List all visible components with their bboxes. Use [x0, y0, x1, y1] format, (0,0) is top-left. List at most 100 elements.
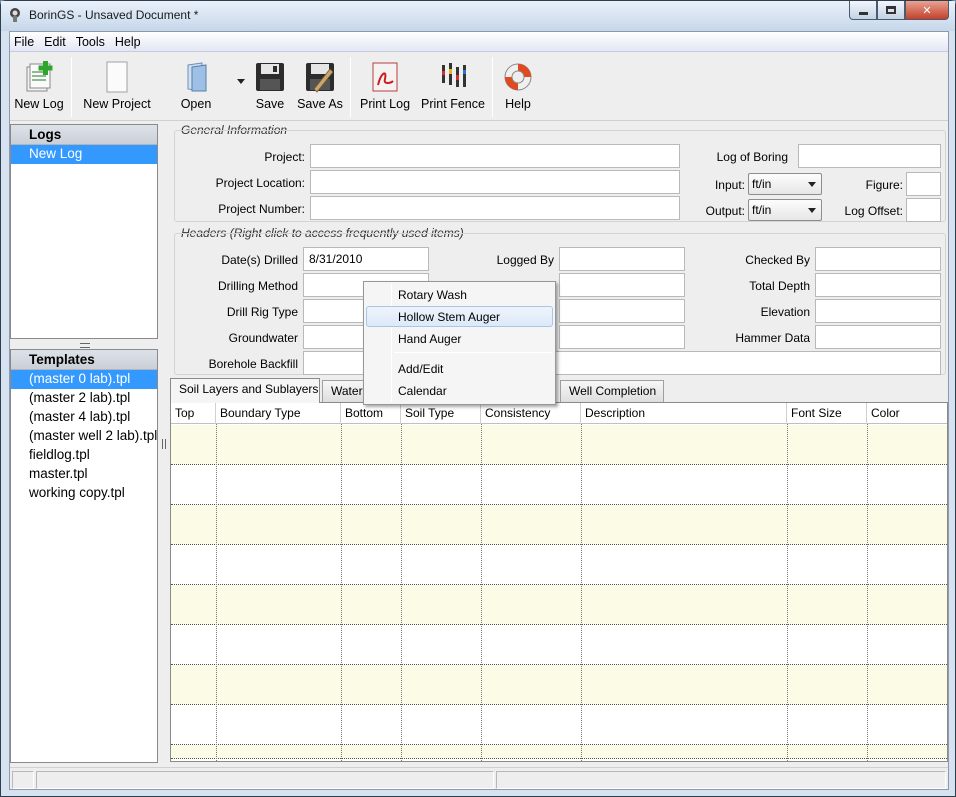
template-item[interactable]: (master 2 lab).tpl [11, 389, 157, 408]
elevation-field[interactable] [815, 299, 941, 323]
column-header[interactable]: Font Size [787, 403, 867, 424]
output-label: Output: [705, 204, 745, 218]
help-button[interactable]: Help [500, 59, 536, 115]
column-divider [401, 424, 402, 761]
project-field[interactable] [310, 144, 680, 168]
column-header[interactable]: Consistency [481, 403, 581, 424]
templates-panel: Templates (master 0 lab).tpl (master 2 l… [10, 349, 158, 763]
input-units-value: ft/in [752, 177, 772, 191]
column-header[interactable]: Boundary Type [216, 403, 341, 424]
toolbar-separator [350, 57, 351, 117]
template-item[interactable]: working copy.tpl [11, 484, 157, 503]
project-number-field[interactable] [310, 196, 680, 220]
logged-by-field[interactable] [559, 247, 685, 271]
window-title: BorinGS - Unsaved Document * [29, 8, 199, 22]
hammer-data-label: Hammer Data [735, 331, 810, 345]
close-button[interactable]: ✕ [905, 1, 949, 20]
header-field-4[interactable] [559, 325, 685, 349]
grip-icon [162, 439, 166, 449]
template-item[interactable]: (master well 2 lab).tpl [11, 427, 157, 446]
menu-item-hand-auger[interactable]: Hand Auger [366, 328, 553, 349]
column-divider [481, 424, 482, 761]
grip-icon [80, 343, 90, 348]
vertical-splitter[interactable] [160, 124, 168, 764]
app-window: BorinGS - Unsaved Document * ✕ File Edit… [0, 0, 956, 797]
table-row[interactable] [171, 665, 947, 705]
save-as-button[interactable]: Save As [296, 59, 344, 115]
menu-item-rotary-wash[interactable]: Rotary Wash [366, 284, 553, 305]
menu-file[interactable]: File [14, 35, 42, 49]
table-row[interactable] [171, 625, 947, 665]
elevation-label: Elevation [760, 305, 810, 319]
maximize-button[interactable] [877, 1, 905, 20]
output-units-select[interactable]: ft/in [748, 199, 822, 221]
app-logo-icon [10, 8, 20, 22]
table-row[interactable] [171, 545, 947, 585]
pdf-document-icon [372, 62, 398, 92]
menu-edit[interactable]: Edit [44, 35, 74, 49]
table-row[interactable] [171, 585, 947, 625]
input-units-select[interactable]: ft/in [748, 173, 822, 195]
open-folder-icon [187, 62, 207, 92]
chevron-down-icon [808, 182, 816, 187]
print-fence-button[interactable]: Print Fence [420, 59, 486, 115]
open-dropdown-button[interactable] [234, 59, 248, 115]
template-item[interactable]: master.tpl [11, 465, 157, 484]
chevron-down-icon [808, 208, 816, 213]
total-depth-field[interactable] [815, 273, 941, 297]
new-project-button[interactable]: New Project [80, 59, 154, 115]
output-units-value: ft/in [752, 203, 772, 217]
dates-drilled-field[interactable]: 8/31/2010 [303, 247, 429, 271]
log-offset-field[interactable] [906, 198, 941, 222]
project-location-field[interactable] [310, 170, 680, 194]
title-bar: BorinGS - Unsaved Document * ✕ [1, 1, 955, 31]
tab-soil-layers[interactable]: Soil Layers and Sublayers [170, 378, 320, 403]
column-header[interactable]: Color [867, 403, 947, 424]
blank-page-icon [106, 61, 128, 93]
column-header[interactable]: Top [171, 403, 216, 424]
header-field-2[interactable] [559, 273, 685, 297]
minimize-button[interactable] [849, 1, 877, 20]
close-icon: ✕ [922, 4, 932, 17]
table-row[interactable] [171, 465, 947, 505]
input-label: Input: [714, 178, 745, 192]
menu-item-calendar[interactable]: Calendar [366, 380, 553, 401]
template-item[interactable]: fieldlog.tpl [11, 446, 157, 465]
header-field-3[interactable] [559, 299, 685, 323]
table-row[interactable] [171, 505, 947, 545]
new-log-button[interactable]: New Log [12, 59, 66, 115]
open-label: Open [180, 97, 212, 111]
menu-tools[interactable]: Tools [76, 35, 113, 49]
column-header[interactable]: Soil Type [401, 403, 481, 424]
log-item[interactable]: New Log [11, 145, 157, 164]
menu-item-hollow-stem-auger[interactable]: Hollow Stem Auger [366, 306, 553, 327]
figure-field[interactable] [906, 172, 941, 196]
template-item[interactable]: (master 0 lab).tpl [11, 370, 157, 389]
log-of-boring-field[interactable] [798, 144, 941, 168]
table-header: Top Boundary Type Bottom Soil Type Consi… [171, 403, 947, 424]
table-row[interactable] [171, 705, 947, 745]
menu-item-add-edit[interactable]: Add/Edit [366, 358, 553, 379]
print-log-button[interactable]: Print Log [358, 59, 412, 115]
column-header[interactable]: Description [581, 403, 787, 424]
hammer-data-field[interactable] [815, 325, 941, 349]
column-divider [787, 424, 788, 761]
figure-label: Figure: [865, 178, 903, 192]
tab-well-completion[interactable]: Well Completion [560, 380, 664, 402]
open-button[interactable]: Open [176, 59, 216, 115]
drilling-method-context-menu: Rotary Wash Hollow Stem Auger Hand Auger… [363, 281, 556, 405]
save-as-label: Save As [297, 97, 343, 111]
save-as-icon [306, 63, 334, 93]
status-bar [10, 767, 948, 789]
template-item[interactable]: (master 4 lab).tpl [11, 408, 157, 427]
table-row[interactable] [171, 425, 947, 465]
borehole-backfill-label: Borehole Backfill [208, 357, 298, 371]
column-header[interactable]: Bottom [341, 403, 401, 424]
menu-help[interactable]: Help [115, 35, 149, 49]
column-divider [581, 424, 582, 761]
save-button[interactable]: Save [252, 59, 288, 115]
dates-drilled-label: Date(s) Drilled [221, 253, 298, 267]
project-location-label: Project Location: [215, 176, 305, 190]
table-row[interactable] [171, 745, 947, 759]
checked-by-field[interactable] [815, 247, 941, 271]
